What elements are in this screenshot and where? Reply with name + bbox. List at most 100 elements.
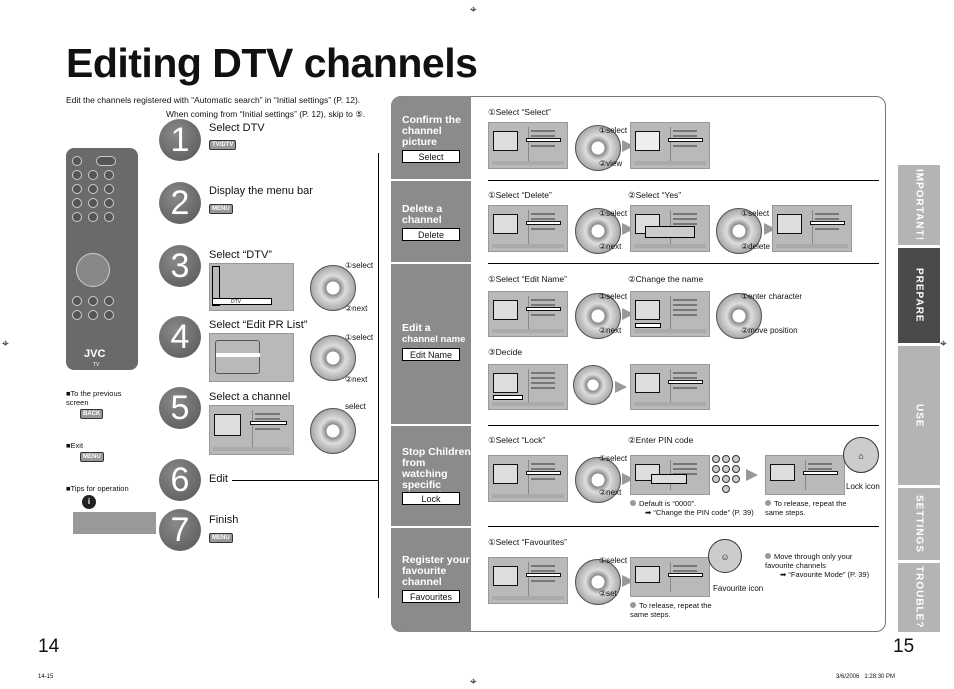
annotation: ①select (599, 126, 628, 135)
step-number: 4 (159, 316, 201, 358)
screen-thumbnail (488, 205, 568, 252)
page-title: Editing DTV channels (66, 40, 478, 86)
step-number: 5 (159, 387, 201, 429)
note-label: To the previous screen (66, 389, 122, 407)
note-tips: ■Tips for operation (66, 484, 129, 493)
annotation: ②view (599, 159, 623, 168)
instruction: ①Select “Select” (488, 107, 551, 117)
step-number: 7 (159, 509, 201, 551)
tv-menu-screen: DTV (209, 263, 294, 311)
instruction: ③Decide (488, 347, 523, 357)
step-number: 6 (159, 459, 201, 501)
screen-thumbnail (488, 291, 568, 337)
annotation: select (345, 402, 366, 411)
tab-prepare[interactable]: PREPARE (898, 248, 940, 343)
page-number-left: 14 (38, 636, 60, 657)
note: Default is “0000”. (630, 499, 696, 508)
instruction: ②Select “Yes” (628, 190, 682, 200)
note-exit: ■Exit (66, 441, 84, 450)
tab-use[interactable]: USE (898, 346, 940, 485)
screen-item-dtv: DTV (212, 298, 272, 305)
favourite-zoom-circle: ☺ (708, 539, 742, 573)
option-lock-label: Lock (402, 492, 460, 505)
intro-skip-text: When coming from “Initial settings” (P. … (166, 109, 366, 119)
note-label: Tips for operation (70, 484, 129, 493)
ok-button-press-icon (573, 365, 613, 405)
annotation: ①select (599, 292, 628, 301)
screen-thumbnail (488, 364, 568, 410)
option-edit-name-label: Edit Name (402, 348, 460, 361)
section-title: Edit a (402, 322, 431, 334)
tv-dtv-button-icon: TV/DTV (209, 140, 237, 150)
screen-thumbnail (488, 122, 568, 169)
arrow-right-icon (615, 381, 627, 393)
option-favourites-label: Favourites (402, 590, 460, 603)
annotation: ②next (599, 488, 622, 497)
annotation: ①select (741, 209, 770, 218)
note-text: Move through only your favourite channel… (765, 552, 853, 570)
remote-control-illustration: JVC TV (66, 148, 138, 370)
instruction: ①Select “Edit Name” (488, 274, 567, 284)
instruction: ②Change the name (628, 274, 704, 284)
screen-thumbnail (765, 455, 845, 495)
section-title: channel name (402, 334, 466, 345)
connector-line (232, 480, 379, 481)
info-button-icon: i (82, 495, 96, 509)
favourite-icon-label: Favourite icon (713, 584, 764, 593)
tab-trouble[interactable]: TROUBLE? (898, 563, 940, 632)
screen-thumbnail (488, 557, 568, 604)
section-sidebar (391, 96, 471, 632)
step-number: 1 (159, 119, 201, 161)
registration-mark-icon: ⌖ (2, 336, 9, 350)
section-title: Register your favourite channel (402, 554, 470, 588)
arrow-right-icon (746, 469, 758, 481)
step-number: 2 (159, 182, 201, 224)
instruction: ②Enter PIN code (628, 435, 694, 445)
registration-mark-icon: ⌖ (470, 2, 477, 16)
screen-thumbnail (630, 122, 710, 169)
instruction: ①Select “Favourites” (488, 537, 567, 547)
step-label: Select “DTV” (209, 249, 272, 261)
instruction: ①Select “Lock” (488, 435, 546, 445)
navigation-dial-icon (575, 559, 621, 605)
favourite-icon: ☺ (720, 552, 730, 562)
lock-zoom-circle: ⌂ (843, 437, 879, 473)
note: Move through only your favourite channel… (765, 552, 865, 570)
annotation: ①select (599, 454, 628, 463)
annotation: ②next (345, 304, 368, 313)
annotation: ②delete (741, 242, 770, 251)
screen-thumbnail (630, 291, 710, 337)
lock-icon-label: Lock icon (846, 482, 880, 491)
menu-button-icon: MENU (80, 452, 104, 462)
annotation: ①enter character (741, 292, 802, 301)
annotation: ①select (599, 556, 628, 565)
screen-thumbnail (630, 364, 710, 410)
remote-label: TV (93, 362, 100, 368)
tab-important[interactable]: IMPORTANT! (898, 165, 940, 245)
instruction: ①Select “Delete” (488, 190, 552, 200)
step-label: Select a channel (209, 391, 291, 403)
annotation: ②next (345, 375, 368, 384)
note-reference: ➡ “Favourite Mode” (P. 39) (780, 570, 870, 579)
annotation: ①select (345, 261, 374, 270)
note: To release, repeat the same steps. (765, 499, 865, 517)
note-previous-screen: ■To the previous screen (66, 389, 122, 407)
section-title: Delete a channel (402, 203, 443, 226)
registration-mark-icon: ⌖ (470, 674, 477, 688)
dtv-menu-screen (209, 333, 294, 382)
section-title: Confirm the channel picture (402, 114, 461, 148)
lock-icon: ⌂ (858, 451, 864, 461)
screen-thumbnail (630, 205, 710, 252)
step-label: Select DTV (209, 122, 265, 134)
number-keypad-icon (712, 455, 742, 495)
note-text: Default is “0000”. (639, 499, 697, 508)
screen-thumbnail (630, 557, 710, 597)
annotation: ①select (599, 209, 628, 218)
tab-settings[interactable]: SETTINGS (898, 488, 940, 560)
annotation: ②set (599, 589, 617, 598)
annotation: ②next (599, 242, 622, 251)
connector-line (378, 153, 379, 598)
remote-brand: JVC (84, 348, 106, 360)
screen-thumbnail (630, 455, 710, 495)
step-label: Finish (209, 514, 239, 526)
